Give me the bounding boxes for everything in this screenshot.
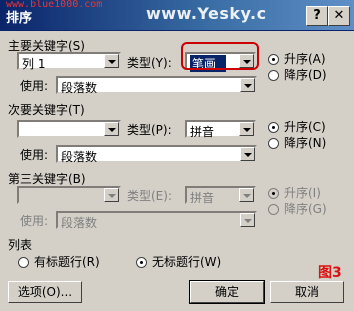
secondary-type-label: 类型(P): <box>127 123 172 137</box>
primary-using-select[interactable]: 段落数 <box>56 76 257 95</box>
secondary-asc-label: 升序(C) <box>284 120 326 134</box>
options-button[interactable]: 选项(O)... <box>8 281 82 303</box>
chevron-down-icon[interactable] <box>104 122 119 136</box>
tertiary-desc-label: 降序(G) <box>284 202 327 216</box>
chevron-down-icon[interactable] <box>239 188 254 202</box>
figure-label: 图3 <box>318 265 342 281</box>
secondary-using-label: 使用: <box>20 148 49 162</box>
tertiary-using-select[interactable]: 段落数 <box>56 211 257 230</box>
chevron-down-icon[interactable] <box>240 213 255 227</box>
dialog-title: 排序 <box>6 11 33 26</box>
secondary-using-value: 段落数 <box>61 150 98 164</box>
primary-asc-label: 升序(A) <box>284 52 326 66</box>
primary-type-label: 类型(Y): <box>127 56 172 70</box>
list-heading: 列表 <box>8 238 33 252</box>
highlight-ring <box>181 42 259 70</box>
title-bar: www.blue1000.com 排序 www.Yesky.c ? ✕ <box>0 0 354 31</box>
close-x-icon[interactable]: ✕ <box>328 6 350 26</box>
primary-using-label: 使用: <box>20 79 49 93</box>
tertiary-using-label: 使用: <box>20 214 49 228</box>
secondary-key-select[interactable] <box>17 120 121 138</box>
secondary-asc-radio[interactable] <box>268 122 279 133</box>
secondary-desc-radio[interactable] <box>268 138 279 149</box>
no-header-row-label: 无标题行(W) <box>152 255 222 269</box>
tertiary-type-value: 拼音 <box>190 191 215 205</box>
header-row-label: 有标题行(R) <box>34 255 100 269</box>
tertiary-using-value: 段落数 <box>61 216 98 230</box>
secondary-type-value: 拼音 <box>190 125 215 139</box>
cancel-button[interactable]: 取消 <box>270 281 344 303</box>
secondary-using-select[interactable]: 段落数 <box>56 145 257 164</box>
tertiary-asc-radio[interactable] <box>268 188 279 199</box>
tertiary-desc-radio[interactable] <box>268 204 279 215</box>
chevron-down-icon[interactable] <box>104 188 119 202</box>
chevron-down-icon[interactable] <box>104 54 119 68</box>
tertiary-type-select[interactable]: 拼音 <box>185 186 256 205</box>
primary-key-select[interactable]: 列 1 <box>17 52 121 71</box>
header-row-radio[interactable] <box>18 257 29 268</box>
tertiary-key-select[interactable] <box>17 186 121 204</box>
chevron-down-icon[interactable] <box>239 122 254 136</box>
no-header-row-radio[interactable] <box>136 257 147 268</box>
secondary-key-heading: 次要关键字(T) <box>8 103 85 117</box>
secondary-type-select[interactable]: 拼音 <box>185 120 256 139</box>
chevron-down-icon[interactable] <box>240 147 255 161</box>
tertiary-type-label: 类型(E): <box>127 189 172 203</box>
primary-key-value: 列 1 <box>22 57 46 71</box>
help-question-icon[interactable]: ? <box>306 6 328 26</box>
tertiary-key-heading: 第三关键字(B) <box>8 172 86 186</box>
watermark-right: www.Yesky.c <box>146 4 267 23</box>
primary-using-value: 段落数 <box>61 81 98 95</box>
secondary-desc-label: 降序(N) <box>284 136 327 150</box>
ok-button[interactable]: 确定 <box>189 280 265 304</box>
chevron-down-icon[interactable] <box>240 78 255 92</box>
primary-desc-label: 降序(D) <box>284 68 327 82</box>
tertiary-asc-label: 升序(I) <box>284 186 321 200</box>
primary-desc-radio[interactable] <box>268 70 279 81</box>
primary-asc-radio[interactable] <box>268 54 279 65</box>
